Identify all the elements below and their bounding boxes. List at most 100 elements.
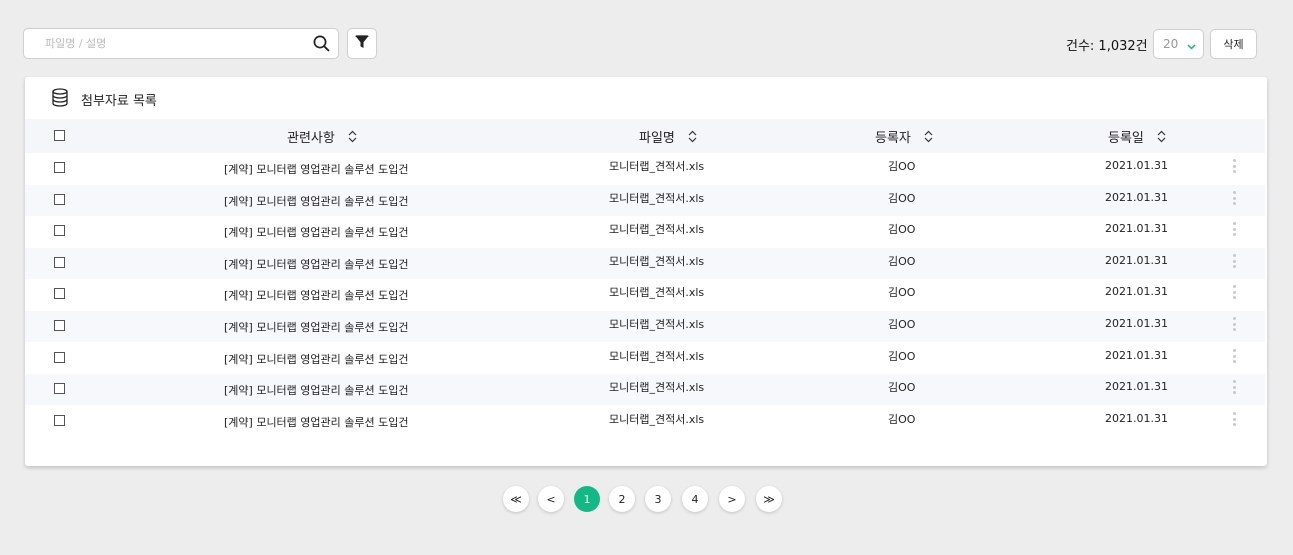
cell-subject: [계약] 모니터랩 영업관리 솔루션 도입건 <box>224 321 409 334</box>
cell-date: 2021.01.31 <box>1105 222 1168 235</box>
column-label: 등록일 <box>1108 130 1144 146</box>
cell-subject: [계약] 모니터랩 영업관리 솔루션 도입건 <box>224 353 409 366</box>
column-label: 관련사항 <box>287 130 335 146</box>
table-row[interactable]: [계약] 모니터랩 영업관리 솔루션 도입건 모니터랩_견적서.xls 김OO 202… <box>25 406 1265 437</box>
cell-date: 2021.01.31 <box>1105 159 1168 172</box>
more-vertical-icon[interactable] <box>1228 283 1240 301</box>
search-box <box>23 28 339 59</box>
page-size-value: 20 <box>1163 37 1179 51</box>
more-vertical-icon[interactable] <box>1228 189 1240 207</box>
last-page-button[interactable]: ≫ <box>756 486 782 512</box>
cell-subject: [계약] 모니터랩 영업관리 솔루션 도입건 <box>224 289 409 302</box>
more-vertical-icon[interactable] <box>1228 347 1240 365</box>
page-button-1[interactable]: 1 <box>574 486 600 512</box>
chevron-down-icon <box>1187 35 1196 54</box>
cell-subject: [계약] 모니터랩 영업관리 솔루션 도입건 <box>224 258 409 271</box>
table-row[interactable]: [계약] 모니터랩 영업관리 솔루션 도입건 모니터랩_견적서.xls 김OO 202… <box>25 248 1265 279</box>
column-label: 파일명 <box>639 130 675 146</box>
cell-filename[interactable]: 모니터랩_견적서.xls <box>609 348 704 364</box>
sort-icon[interactable] <box>348 130 357 143</box>
cell-date: 2021.01.31 <box>1105 380 1168 393</box>
page-size-select[interactable]: 20 <box>1153 29 1204 59</box>
more-vertical-icon[interactable] <box>1228 378 1240 396</box>
more-vertical-icon[interactable] <box>1228 252 1240 270</box>
attachment-list-card: 첨부자료 목록 관련사항 파일명 등록자 등록일 [계약] 모니터랩 영업관리 … <box>25 77 1267 466</box>
pagination: ≪ < 1 2 3 4 > ≫ <box>0 486 1293 513</box>
row-checkbox[interactable] <box>54 352 65 363</box>
next-page-button[interactable]: > <box>719 486 745 512</box>
cell-filename[interactable]: 모니터랩_견적서.xls <box>609 284 704 300</box>
cell-filename[interactable]: 모니터랩_견적서.xls <box>609 379 704 395</box>
row-checkbox[interactable] <box>54 194 65 205</box>
cell-author: 김OO <box>888 255 916 268</box>
delete-button[interactable]: 삭제 <box>1210 29 1257 59</box>
table-row[interactable]: [계약] 모니터랩 영업관리 솔루션 도입건 모니터랩_견적서.xls 김OO 202… <box>25 153 1265 184</box>
column-header-filename: 파일명 <box>639 119 697 153</box>
sort-icon[interactable] <box>924 130 933 143</box>
cell-subject: [계약] 모니터랩 영업관리 솔루션 도입건 <box>224 226 409 239</box>
page-button-3[interactable]: 3 <box>645 486 671 512</box>
more-vertical-icon[interactable] <box>1228 410 1240 428</box>
sort-icon[interactable] <box>688 130 697 143</box>
database-icon <box>51 88 69 111</box>
select-all-checkbox[interactable] <box>54 130 65 141</box>
more-vertical-icon[interactable] <box>1228 315 1240 333</box>
card-header: 첨부자료 목록 <box>51 88 157 111</box>
page-button-4[interactable]: 4 <box>682 486 708 512</box>
row-checkbox[interactable] <box>54 383 65 394</box>
cell-author: 김OO <box>888 223 916 236</box>
cell-author: 김OO <box>888 318 916 331</box>
row-checkbox[interactable] <box>54 225 65 236</box>
table-header: 관련사항 파일명 등록자 등록일 <box>25 119 1265 153</box>
cell-filename[interactable]: 모니터랩_견적서.xls <box>609 316 704 332</box>
cell-date: 2021.01.31 <box>1105 349 1168 362</box>
cell-filename[interactable]: 모니터랩_견적서.xls <box>609 253 704 269</box>
cell-date: 2021.01.31 <box>1105 254 1168 267</box>
row-checkbox[interactable] <box>54 415 65 426</box>
cell-date: 2021.01.31 <box>1105 285 1168 298</box>
cell-subject: [계약] 모니터랩 영업관리 솔루션 도입건 <box>224 195 409 208</box>
filter-button[interactable] <box>347 28 377 59</box>
filter-icon <box>354 34 370 54</box>
more-vertical-icon[interactable] <box>1228 157 1240 175</box>
table-row[interactable]: [계약] 모니터랩 영업관리 솔루션 도입건 모니터랩_견적서.xls 김OO 202… <box>25 374 1265 405</box>
row-checkbox[interactable] <box>54 320 65 331</box>
cell-author: 김OO <box>888 286 916 299</box>
cell-filename[interactable]: 모니터랩_견적서.xls <box>609 158 704 174</box>
cell-author: 김OO <box>888 381 916 394</box>
cell-date: 2021.01.31 <box>1105 317 1168 330</box>
first-page-button[interactable]: ≪ <box>503 486 529 512</box>
page-button-2[interactable]: 2 <box>609 486 635 512</box>
row-checkbox[interactable] <box>54 162 65 173</box>
search-input[interactable] <box>24 29 304 58</box>
card-title: 첨부자료 목록 <box>81 94 157 109</box>
total-count: 건수: 1,032건 <box>1066 39 1148 54</box>
cell-filename[interactable]: 모니터랩_견적서.xls <box>609 190 704 206</box>
cell-subject: [계약] 모니터랩 영업관리 솔루션 도입건 <box>224 384 409 397</box>
table-row[interactable]: [계약] 모니터랩 영업관리 솔루션 도입건 모니터랩_견적서.xls 김OO 202… <box>25 343 1265 374</box>
row-checkbox[interactable] <box>54 288 65 299</box>
cell-author: 김OO <box>888 350 916 363</box>
table-row[interactable]: [계약] 모니터랩 영업관리 솔루션 도입건 모니터랩_견적서.xls 김OO 202… <box>25 185 1265 216</box>
cell-date: 2021.01.31 <box>1105 412 1168 425</box>
cell-author: 김OO <box>888 192 916 205</box>
cell-subject: [계약] 모니터랩 영업관리 솔루션 도입건 <box>224 416 409 429</box>
cell-author: 김OO <box>888 160 916 173</box>
table-row[interactable]: [계약] 모니터랩 영업관리 솔루션 도입건 모니터랩_견적서.xls 김OO 202… <box>25 216 1265 247</box>
table-row[interactable]: [계약] 모니터랩 영업관리 솔루션 도입건 모니터랩_견적서.xls 김OO 202… <box>25 279 1265 310</box>
sort-icon[interactable] <box>1157 130 1166 143</box>
search-icon[interactable] <box>304 29 338 58</box>
row-checkbox[interactable] <box>54 257 65 268</box>
column-header-date: 등록일 <box>1108 119 1166 153</box>
prev-page-button[interactable]: < <box>538 486 564 512</box>
cell-filename[interactable]: 모니터랩_견적서.xls <box>609 221 704 237</box>
more-vertical-icon[interactable] <box>1228 220 1240 238</box>
cell-date: 2021.01.31 <box>1105 191 1168 204</box>
cell-subject: [계약] 모니터랩 영업관리 솔루션 도입건 <box>224 163 409 176</box>
table-row[interactable]: [계약] 모니터랩 영업관리 솔루션 도입건 모니터랩_견적서.xls 김OO 202… <box>25 311 1265 342</box>
column-header-subject: 관련사항 <box>287 119 357 153</box>
column-header-author: 등록자 <box>875 119 933 153</box>
cell-author: 김OO <box>888 413 916 426</box>
column-label: 등록자 <box>875 130 911 146</box>
cell-filename[interactable]: 모니터랩_견적서.xls <box>609 411 704 427</box>
